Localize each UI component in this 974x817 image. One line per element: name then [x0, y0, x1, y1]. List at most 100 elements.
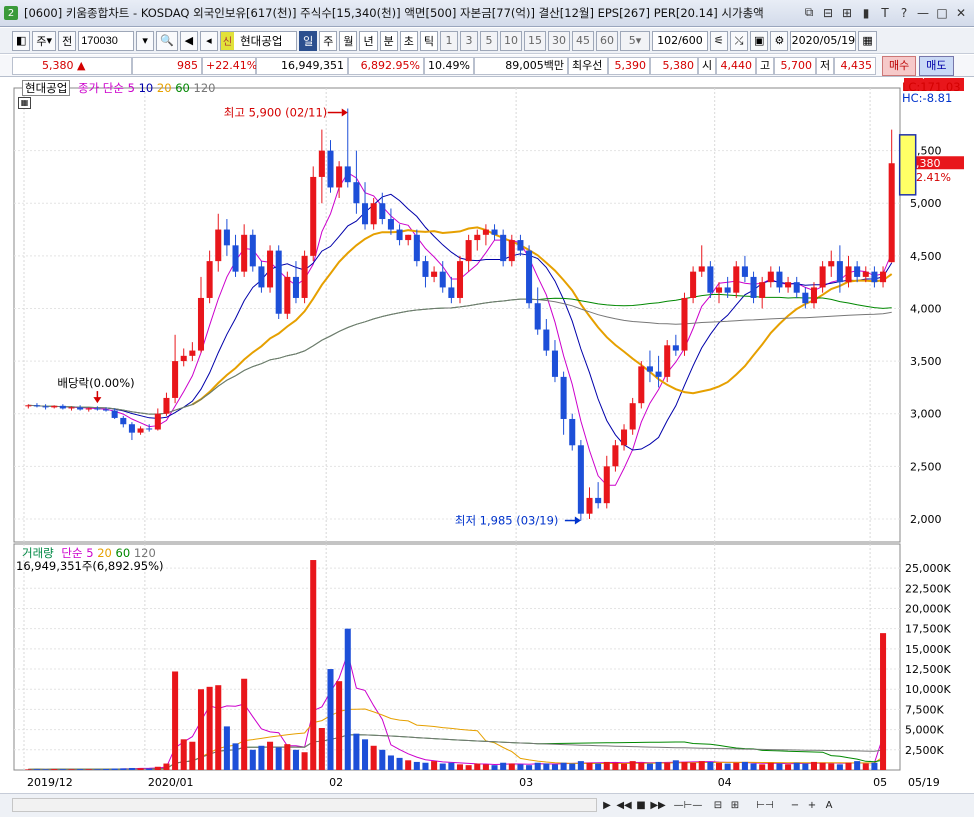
code-dropdown-icon[interactable]: ▾ [136, 30, 155, 51]
text-icon[interactable]: T [878, 5, 892, 20]
candle-body [880, 271, 887, 283]
price-axis: 5,5005,0004,5004,0003,5003,0002,5002,000… [904, 145, 964, 526]
minimize-button[interactable]: — [916, 5, 930, 20]
candle-body [206, 261, 213, 298]
candle-body [318, 150, 325, 177]
period-minute-tab[interactable]: 분 [379, 30, 398, 51]
expand-icon[interactable]: ⊞ [840, 5, 854, 20]
candle-body [405, 234, 412, 241]
candle-body [603, 466, 610, 504]
pin-icon[interactable]: ▮ [859, 5, 873, 20]
tile-icon[interactable]: ⧉ [802, 5, 816, 20]
chart-scrollbar[interactable] [12, 798, 597, 812]
save-icon[interactable]: ▣ [749, 30, 769, 51]
forecast-box [898, 134, 917, 196]
volume-bar [413, 761, 420, 770]
interval-30-button[interactable]: 30 [547, 30, 570, 51]
plus-icon[interactable]: + [805, 797, 819, 813]
gear-icon[interactable]: ⚙ [770, 30, 789, 51]
candle-body [267, 250, 274, 288]
market-value: 전 [62, 34, 73, 48]
interval-15-button[interactable]: 15 [523, 30, 546, 51]
minus-icon[interactable]: − [788, 797, 802, 813]
rate-box: +22.41% [202, 56, 257, 75]
price-panel-frame [13, 87, 901, 543]
up-arrow-icon: ▲ [77, 58, 86, 72]
indicator-icon[interactable]: ⚟ [709, 30, 728, 51]
stock-type-select[interactable]: 주 ▾ [32, 30, 57, 51]
candle-body [232, 245, 239, 272]
stock-name-box[interactable]: 신 현대공업 [219, 30, 298, 51]
layout-icon[interactable]: ◧ [12, 30, 31, 51]
zoom-slider-icon[interactable]: —⊢— [668, 797, 708, 813]
interval-5-button[interactable]: 5 [479, 30, 498, 51]
candle-body [776, 271, 783, 288]
period-second-tab[interactable]: 초 [399, 30, 418, 51]
scroll-right-icon[interactable]: ▶ [600, 797, 614, 813]
period-week-tab[interactable]: 주 [319, 30, 338, 51]
interval-60-button[interactable]: 60 [595, 30, 618, 51]
volume-bar [491, 765, 498, 770]
speaker-icon[interactable]: ◀ [179, 30, 198, 51]
stock-label[interactable]: 현대공업 [22, 80, 71, 96]
draw-icon[interactable]: ⤯ [729, 30, 748, 51]
candle-body [526, 250, 533, 304]
period-tick-tab[interactable]: 틱 [419, 30, 438, 51]
interval-45-button[interactable]: 45 [571, 30, 594, 51]
stock-code-input[interactable] [78, 30, 135, 51]
interval-3-button[interactable]: 3 [459, 30, 478, 51]
maximize-button[interactable]: □ [935, 5, 949, 20]
interval-10-button[interactable]: 10 [499, 30, 522, 51]
volume-bar [819, 762, 826, 770]
volume-bar [137, 768, 144, 770]
candle-body [491, 229, 498, 235]
bid-price: 5,380 [650, 56, 698, 75]
best-quote-label: 최우선 [568, 56, 608, 75]
hc-label: HC:-8.81 [902, 91, 953, 105]
market-select[interactable]: 전 [58, 30, 77, 51]
interval-1-button[interactable]: 1 [439, 30, 458, 51]
chart-area[interactable]: 5,500 5,000 4,500 4,000 3,500 3,000 2,500 2,000… [12, 68, 974, 792]
current-price: 5,380 [42, 58, 74, 72]
candle-body [310, 176, 317, 256]
zoom-in-icon[interactable]: ⊞ [728, 797, 742, 813]
stop-icon[interactable]: ■ [634, 797, 648, 813]
volume-bar [241, 678, 248, 770]
date-axis-label: 02 [329, 776, 343, 789]
zoom-out-icon[interactable]: ⊟ [711, 797, 725, 813]
forward-icon[interactable]: ▶▶ [650, 797, 665, 813]
count-display[interactable]: 102/600 [651, 30, 708, 51]
date-input[interactable]: 2020/05/19 [790, 30, 857, 51]
calendar-icon[interactable]: ▦ [858, 30, 877, 51]
search-icon[interactable]: 🔍 [156, 30, 178, 51]
close-button[interactable]: ✕ [954, 5, 968, 20]
volume-bar [681, 761, 688, 770]
volume-bar [517, 764, 524, 770]
volume-bar [146, 768, 153, 770]
candle-body [767, 271, 774, 283]
volume-ma-5-line [28, 651, 884, 770]
prev-icon[interactable]: ◂ [199, 30, 218, 51]
period-day-tab[interactable]: 일 [299, 30, 318, 51]
volume-bar [51, 769, 58, 770]
buy-button[interactable]: 매수 [882, 55, 917, 76]
period-year-tab[interactable]: 년 [359, 30, 378, 51]
volume-axis-label: 15,000K [905, 643, 951, 656]
grid-toggle-icon[interactable]: ▦ [18, 97, 31, 109]
cascade-icon[interactable]: ⊟ [821, 5, 835, 20]
candle-body [25, 405, 32, 407]
volume-bar [526, 765, 533, 770]
rewind-icon[interactable]: ◀◀ [616, 797, 631, 813]
help-icon[interactable]: ? [897, 5, 911, 20]
candle-body [241, 234, 248, 272]
volume-axis-label: 22,500K [905, 582, 951, 595]
volume-bar [180, 739, 187, 770]
ruler-icon[interactable]: ⊢⊣ [745, 797, 785, 813]
sell-button[interactable]: 매도 [919, 55, 954, 76]
candle-body [690, 271, 697, 298]
candle-body [577, 445, 584, 514]
period-month-tab[interactable]: 월 [339, 30, 358, 51]
price-volume-chart[interactable]: 5,5005,0004,5004,0003,5003,0002,5002,000… [12, 68, 974, 792]
interval-select[interactable]: 5 ▾ [619, 30, 650, 51]
font-size-icon[interactable]: A [822, 797, 836, 813]
